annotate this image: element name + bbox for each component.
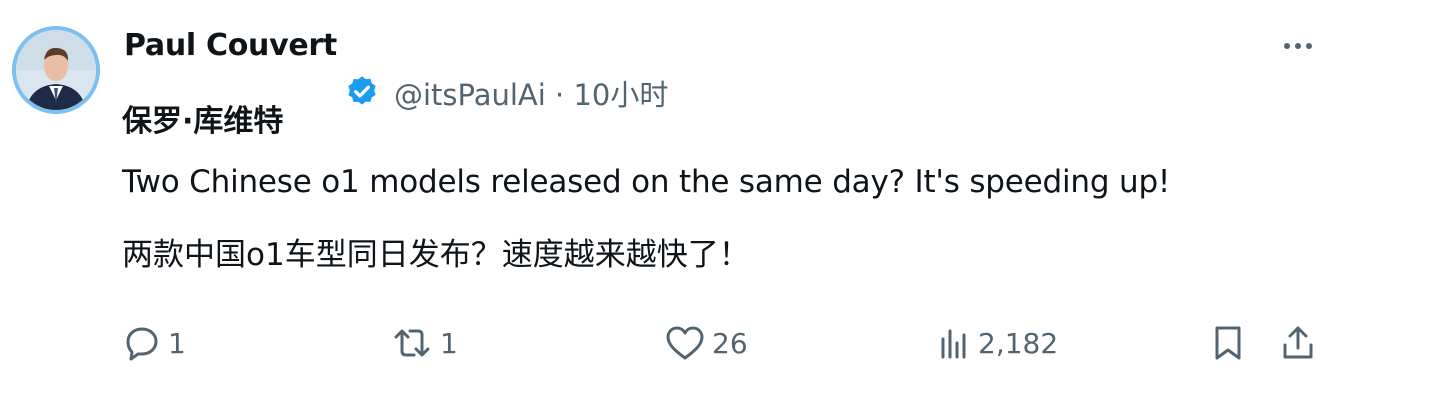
views-icon: [938, 323, 972, 363]
bookmark-button[interactable]: [1208, 320, 1248, 366]
share-icon: [1278, 323, 1318, 363]
like-count: 26: [712, 326, 748, 360]
more-icon[interactable]: [1278, 30, 1318, 60]
retweet-count: 1: [440, 326, 458, 360]
bookmark-icon: [1208, 323, 1248, 363]
reply-count: 1: [168, 326, 186, 360]
views-button[interactable]: 2,182: [938, 320, 1058, 366]
reply-icon: [122, 323, 162, 363]
tweet-text-zh: 两款中国o1车型同日发布？速度越来越快了！: [122, 237, 750, 273]
share-button[interactable]: [1278, 320, 1318, 366]
verified-badge-icon: [344, 74, 380, 110]
tweet-time[interactable]: 10小时: [573, 78, 668, 112]
tweet-card: Paul Couvert 保罗·库维特 @itsPaulAi · 10小时 Tw…: [0, 0, 1437, 403]
tweet-text-en: Two Chinese o1 models released on the sa…: [122, 164, 1171, 200]
author-name-cn: 保罗·库维特: [122, 104, 284, 139]
like-button[interactable]: 26: [664, 320, 748, 366]
avatar[interactable]: [12, 26, 100, 114]
handle-line: @itsPaulAi · 10小时: [394, 72, 668, 114]
author-handle[interactable]: @itsPaulAi: [394, 78, 546, 112]
separator-dot: ·: [555, 78, 565, 112]
retweet-icon: [390, 323, 434, 363]
reply-button[interactable]: 1: [122, 320, 186, 366]
views-count: 2,182: [978, 326, 1059, 360]
retweet-button[interactable]: 1: [390, 320, 458, 366]
author-name[interactable]: Paul Couvert: [124, 28, 337, 63]
like-icon: [664, 323, 706, 363]
